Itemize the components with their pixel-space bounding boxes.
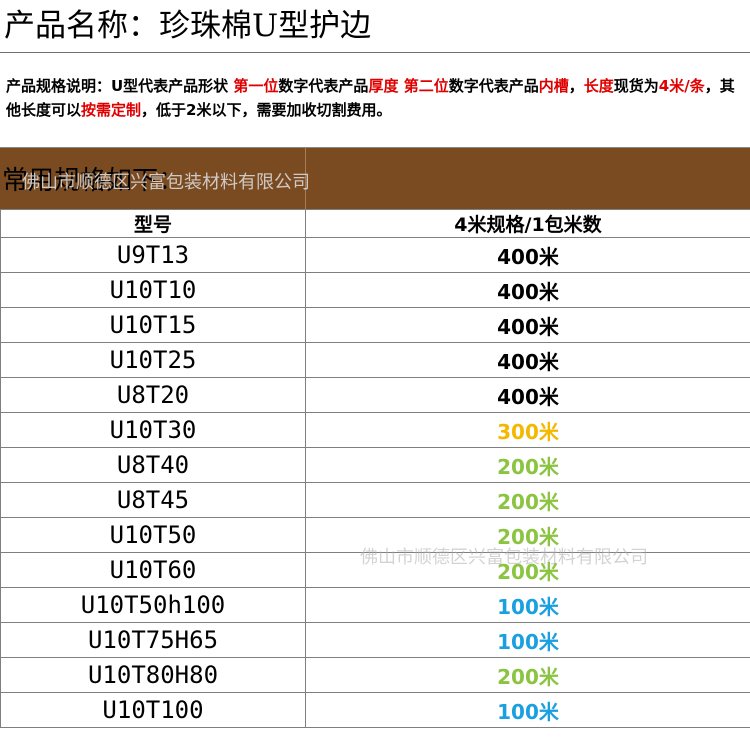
- table-header-row: 型号 4米规格/1包米数: [0, 209, 750, 238]
- model-cell: U8T20: [0, 377, 306, 413]
- spec-highlight: 按需定制: [81, 101, 142, 119]
- spec-text: 现货为: [613, 77, 659, 95]
- table-row: U9T13 400米: [0, 237, 750, 273]
- quantity-cell: 100米: [305, 622, 750, 658]
- model-cell: U10T75H65: [0, 622, 306, 658]
- spec-highlight: 第一位: [233, 77, 279, 95]
- table-body: U9T13 400米 U10T10 400米 U10T15 400米 U10T25 400米 U…: [0, 237, 750, 728]
- quantity-cell: 200米: [305, 447, 750, 483]
- header-model: 型号: [0, 209, 306, 238]
- quantity-cell: 400米: [305, 272, 750, 308]
- quantity-cell: 400米: [305, 377, 750, 413]
- section-header: 常用规格如下：: [0, 147, 750, 210]
- quantity-cell: 200米: [305, 657, 750, 693]
- section-header-label: 常用规格如下：: [2, 166, 185, 196]
- quantity-cell: 200米: [305, 517, 750, 553]
- section-header-divider: [305, 148, 306, 210]
- table-row: U8T20 400米: [0, 377, 750, 413]
- model-cell: U8T40: [0, 447, 306, 483]
- table-row: U10T25 400米: [0, 342, 750, 378]
- quantity-cell: 400米: [305, 342, 750, 378]
- table-row: U10T60 200米: [0, 552, 750, 588]
- spec-highlight: 4米/条: [658, 77, 705, 95]
- table-row: U10T10 400米: [0, 272, 750, 308]
- table-row: U10T100 100米: [0, 692, 750, 728]
- spec-highlight: 内槽: [538, 77, 569, 95]
- spec-highlight: 长度: [583, 77, 614, 95]
- model-cell: U10T80H80: [0, 657, 306, 693]
- quantity-cell: 200米: [305, 482, 750, 518]
- table-row: U8T40 200米: [0, 447, 750, 483]
- quantity-cell: 200米: [305, 552, 750, 588]
- spec-text: 数字代表产品: [448, 77, 539, 95]
- quantity-cell: 400米: [305, 237, 750, 273]
- spec-text: ，: [568, 77, 584, 95]
- spec-highlight: 第二位: [403, 77, 449, 95]
- table-row: U8T45 200米: [0, 482, 750, 518]
- table-row: U10T15 400米: [0, 307, 750, 343]
- spec-text: 产品规格说明：U型代表产品形状: [6, 77, 234, 95]
- spec-text: ，低于2米以下，需要加收切割费用。: [141, 101, 392, 119]
- model-cell: U10T25: [0, 342, 306, 378]
- header-quantity: 4米规格/1包米数: [305, 209, 750, 238]
- spec-text: 数字代表产品: [278, 77, 369, 95]
- title-divider: [0, 52, 750, 53]
- quantity-cell: 400米: [305, 307, 750, 343]
- model-cell: U10T60: [0, 552, 306, 588]
- table-row: U10T30 300米: [0, 412, 750, 448]
- table-row: U10T75H65 100米: [0, 622, 750, 658]
- quantity-cell: 100米: [305, 587, 750, 623]
- model-cell: U10T50h100: [0, 587, 306, 623]
- model-cell: U10T50: [0, 517, 306, 553]
- table-row: U10T80H80 200米: [0, 657, 750, 693]
- model-cell: U10T15: [0, 307, 306, 343]
- table-row: U10T50 200米: [0, 517, 750, 553]
- spec-table: 型号 4米规格/1包米数 U9T13 400米 U10T10 400米 U10T15 40…: [0, 209, 750, 728]
- spec-highlight: 厚度: [368, 77, 399, 95]
- quantity-cell: 100米: [305, 692, 750, 728]
- model-cell: U8T45: [0, 482, 306, 518]
- model-cell: U9T13: [0, 237, 306, 273]
- model-cell: U10T30: [0, 412, 306, 448]
- model-cell: U10T100: [0, 692, 306, 728]
- spec-description: 产品规格说明：U型代表产品形状 第一位数字代表产品厚度 第二位数字代表产品内槽，…: [6, 74, 748, 122]
- model-cell: U10T10: [0, 272, 306, 308]
- page-title: 产品名称：珍珠棉U型护边: [4, 8, 372, 44]
- table-row: U10T50h100 100米: [0, 587, 750, 623]
- quantity-cell: 300米: [305, 412, 750, 448]
